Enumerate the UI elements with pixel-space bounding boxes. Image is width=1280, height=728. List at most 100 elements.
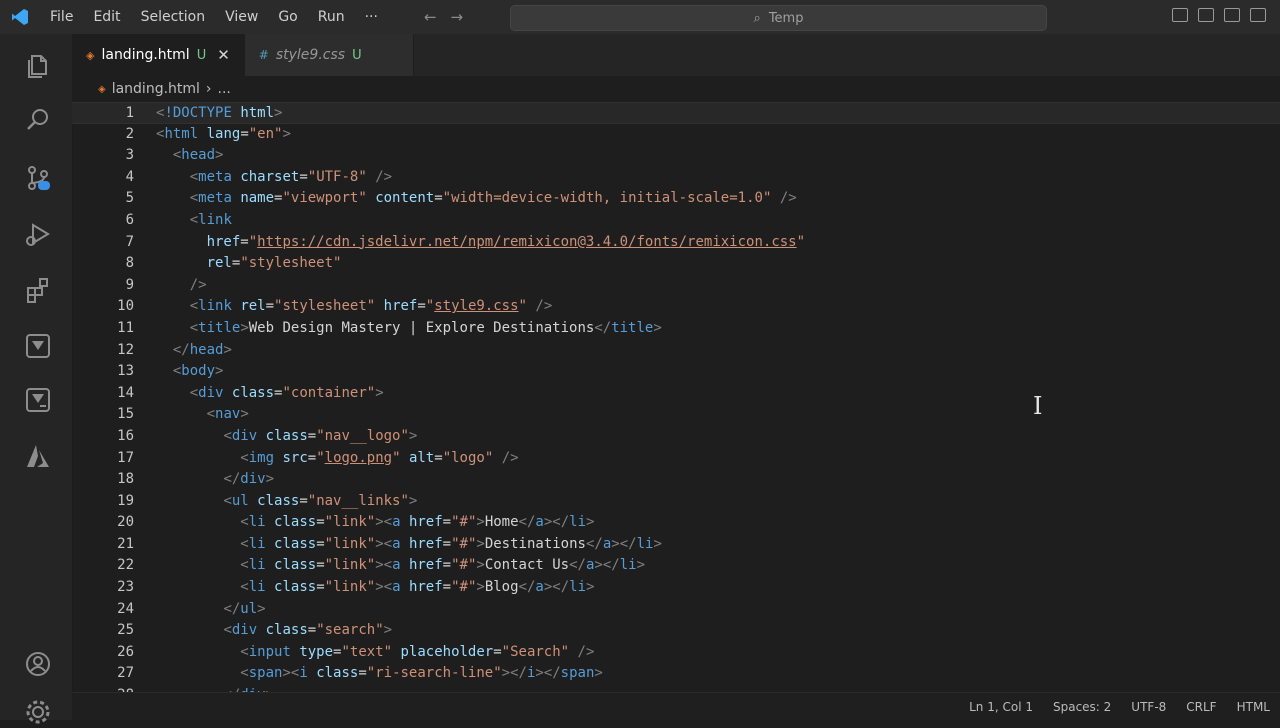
code-token: " [248, 233, 258, 250]
menu-view[interactable]: View [215, 0, 268, 34]
menu-edit[interactable]: Edit [83, 0, 130, 34]
breadcrumb-symbol[interactable]: ... [218, 81, 231, 97]
code-token: "en" [248, 125, 283, 142]
code-line[interactable]: 12 </head> [72, 340, 1280, 362]
code-token: "link" [324, 514, 376, 531]
code-token: a [392, 557, 401, 574]
account-icon[interactable] [22, 648, 54, 680]
code-token: ></ [501, 665, 527, 682]
source-control-icon[interactable] [22, 162, 54, 194]
code-token: >< [375, 535, 393, 552]
code-line[interactable]: 15 <nav> [72, 404, 1280, 426]
code-line[interactable]: 17 <img src="logo.png" alt="logo" /> [72, 448, 1280, 470]
code-line[interactable]: 3 <head> [72, 145, 1280, 167]
line-code: <ul class="nav__links"> [156, 491, 417, 513]
code-token: = [307, 427, 317, 444]
line-code: <span><i class="ri-search-line"></i></sp… [156, 663, 603, 685]
toggle-secondary-sidebar-icon[interactable] [1224, 8, 1240, 22]
command-center-search[interactable]: ⌕ Temp [510, 5, 1047, 31]
explorer-icon[interactable] [22, 50, 54, 82]
code-token: < [206, 406, 216, 423]
code-line[interactable]: 5 <meta name="viewport" content="width=d… [72, 188, 1280, 210]
line-code: <li class="link"><a href="#">Home</a></l… [156, 512, 594, 534]
code-token: = [299, 168, 308, 185]
code-line[interactable]: 7 href="https://cdn.jsdelivr.net/npm/rem… [72, 232, 1280, 254]
back-arrow-icon[interactable]: ← [424, 8, 437, 26]
code-line[interactable]: 25 <div class="search"> [72, 620, 1280, 642]
code-token: > [257, 600, 266, 617]
breadcrumb-file[interactable]: landing.html [112, 81, 200, 97]
code-line[interactable]: 6 <link [72, 210, 1280, 232]
code-token: > [375, 384, 384, 401]
code-line[interactable]: 4 <meta charset="UTF-8" /> [72, 167, 1280, 189]
status-encoding[interactable]: UTF-8 [1131, 700, 1166, 714]
menu-go[interactable]: Go [268, 0, 307, 34]
code-token: > [383, 622, 393, 639]
toggle-panel-icon[interactable] [1198, 8, 1214, 22]
tab-landing-html[interactable]: ◈ landing.html U ✕ [72, 34, 245, 76]
run-debug-icon[interactable] [22, 218, 54, 250]
status-language-mode[interactable]: HTML [1237, 700, 1270, 714]
forward-arrow-icon[interactable]: → [451, 8, 464, 26]
settings-gear-icon[interactable] [22, 696, 54, 728]
status-cursor-position[interactable]: Ln 1, Col 1 [969, 700, 1033, 714]
code-line[interactable]: 16 <div class="nav__logo"> [72, 426, 1280, 448]
testing-icon[interactable] [22, 330, 54, 362]
code-line[interactable]: 18 </div> [72, 469, 1280, 491]
azure-icon[interactable] [22, 440, 54, 472]
menu-file[interactable]: File [40, 0, 83, 34]
code-line[interactable]: 26 <input type="text" placeholder="Searc… [72, 642, 1280, 664]
code-token: > [274, 105, 283, 121]
code-token: > [653, 319, 662, 336]
code-line[interactable]: 22 <li class="link"><a href="#">Contact … [72, 555, 1280, 577]
menu-more[interactable]: ··· [355, 0, 388, 34]
code-line[interactable]: 14 <div class="container"> [72, 383, 1280, 405]
code-line[interactable]: 2 <html lang="en"> [72, 124, 1280, 146]
untracked-badge: U [196, 47, 207, 63]
code-token: < [240, 514, 249, 531]
code-token: </ [172, 341, 190, 358]
code-line[interactable]: 27 <span><i class="ri-search-line"></i><… [72, 663, 1280, 685]
status-eol[interactable]: CRLF [1186, 700, 1216, 714]
code-token: head [181, 147, 216, 164]
line-number: 25 [117, 622, 134, 639]
code-line[interactable]: 19 <ul class="nav__links"> [72, 491, 1280, 513]
code-line[interactable]: 28 </div> [72, 685, 1280, 692]
search-icon[interactable] [22, 104, 54, 136]
code-token: src [282, 449, 308, 466]
code-line[interactable]: 8 rel="stylesheet" [72, 253, 1280, 275]
tab-style9-css[interactable]: # style9.css U [244, 34, 414, 76]
code-line[interactable]: 21 <li class="link"><a href="#">Destinat… [72, 534, 1280, 556]
menu-run[interactable]: Run [308, 0, 355, 34]
toggle-sidebar-icon[interactable] [1172, 8, 1188, 22]
code-token: > [223, 341, 232, 358]
remote-explorer-icon[interactable] [22, 384, 54, 416]
status-indentation[interactable]: Spaces: 2 [1053, 700, 1111, 714]
customize-layout-icon[interactable] [1250, 8, 1266, 22]
code-line[interactable]: 24 </ul> [72, 599, 1280, 621]
line-number: 8 [125, 255, 134, 272]
code-line[interactable]: 10 <link rel="stylesheet" href="style9.c… [72, 296, 1280, 318]
code-token: div [231, 622, 258, 639]
line-number: 11 [117, 319, 134, 336]
line-code: </head> [156, 340, 232, 362]
code-line[interactable]: 11 <title>Web Design Mastery | Explore D… [72, 318, 1280, 340]
code-token: a [535, 579, 544, 596]
code-token: = [316, 514, 325, 531]
code-token: !DOCTYPE [164, 105, 232, 121]
code-editor[interactable]: 1 <!DOCTYPE html> 2 <html lang="en"> 3 <head… [72, 102, 1280, 692]
menu-selection[interactable]: Selection [131, 0, 216, 34]
line-number: 6 [125, 211, 134, 228]
code-line[interactable]: 23 <li class="link"><a href="#">Blog</a>… [72, 577, 1280, 599]
close-icon[interactable]: ✕ [217, 46, 230, 64]
extensions-icon[interactable] [22, 274, 54, 306]
code-line[interactable]: 9 /> [72, 275, 1280, 297]
text-cursor-icon: I [1033, 392, 1043, 420]
code-line[interactable]: 1 <!DOCTYPE html> [72, 102, 1280, 124]
code-line[interactable]: 13 <body> [72, 361, 1280, 383]
code-line[interactable]: 20 <li class="link"><a href="#">Home</a>… [72, 512, 1280, 534]
